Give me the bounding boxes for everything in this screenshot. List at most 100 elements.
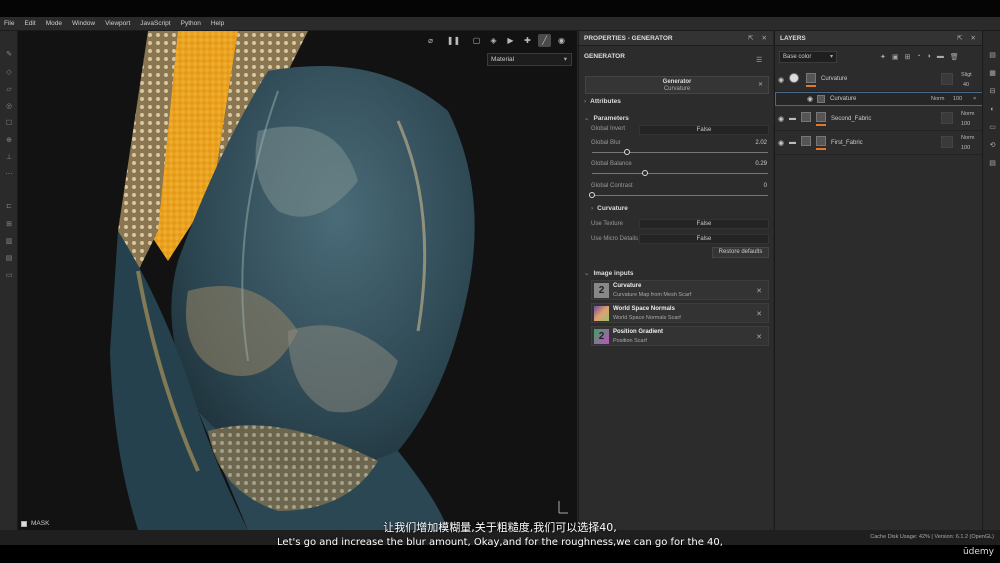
menu-icon[interactable]: ☰	[756, 56, 764, 64]
global-invert-field[interactable]: False	[639, 125, 769, 135]
section-attributes[interactable]: › Attributes	[584, 98, 621, 105]
global-contrast-slider[interactable]	[589, 192, 768, 198]
menu-mode[interactable]: Mode	[46, 20, 62, 27]
image-input-curvature[interactable]: 2 Curvature Curvature Map from Mesh Scar…	[591, 280, 769, 300]
eye-icon[interactable]: ◉	[778, 139, 784, 147]
global-blur-value[interactable]: 2.02	[755, 140, 767, 146]
folder-icon[interactable]: ▬	[937, 53, 944, 61]
section-image-inputs[interactable]: ⌄ Image inputs	[584, 269, 634, 277]
projection-icon[interactable]: ▱	[4, 86, 14, 94]
frame-icon[interactable]: ▢	[470, 34, 483, 47]
pin-icon[interactable]: ✚	[521, 34, 534, 47]
generator-selector[interactable]: Generator Curvature ✕	[585, 76, 769, 94]
eye-icon[interactable]: ◉	[778, 115, 784, 123]
bake-icon[interactable]: ⊏	[4, 203, 14, 211]
layer-row[interactable]: ◉ ▬ Second_Fabric Norm 100	[775, 107, 983, 131]
layer-name[interactable]: Curvature	[821, 76, 847, 82]
input-thumbnail	[594, 306, 609, 321]
paint-bucket-icon[interactable]: ◔	[916, 53, 920, 61]
layer-name[interactable]: Second_Fabric	[831, 116, 871, 122]
menu-javascript[interactable]: JavaScript	[140, 20, 170, 27]
eye-icon[interactable]: ◉	[807, 95, 813, 103]
log-icon[interactable]: ▤	[988, 159, 997, 168]
layer-row-selected[interactable]: ◉ Curvature Norm 100 ×	[775, 92, 983, 106]
global-balance-slider[interactable]	[592, 170, 768, 176]
layer-row[interactable]: ◉ ▬ First_Fabric Norm 100	[775, 131, 983, 155]
paint-mode-icon[interactable]: ╱	[538, 33, 551, 47]
doc-icon[interactable]: ▤	[4, 255, 14, 263]
remove-input-icon[interactable]: ✕	[756, 287, 762, 295]
image-input-normals[interactable]: World Space Normals World Space Normals …	[591, 303, 769, 323]
smudge-icon[interactable]: ☐	[4, 120, 14, 128]
section-curvature[interactable]: › Curvature	[591, 205, 628, 212]
texture-set-icon[interactable]: ▦	[988, 69, 997, 78]
effect-icon[interactable]: ✦	[880, 53, 886, 61]
layer-opacity[interactable]: 100	[961, 121, 970, 127]
geometry-fill-icon[interactable]: ◎	[4, 103, 14, 111]
menu-viewport[interactable]: Viewport	[105, 20, 130, 27]
blend-mode[interactable]: Sligt	[961, 72, 972, 78]
layer-slot	[941, 136, 953, 148]
use-texture-field[interactable]: False	[639, 219, 769, 229]
blend-mode[interactable]: Norm	[961, 111, 974, 117]
section-parameters[interactable]: ⌄ Parameters	[584, 114, 629, 122]
slider-knob[interactable]	[589, 192, 595, 198]
layer-add-icon[interactable]: ⊞	[4, 221, 14, 229]
use-micro-details-field[interactable]: False	[639, 234, 769, 244]
layer-opacity[interactable]: 40	[963, 82, 969, 88]
remove-input-icon[interactable]: ✕	[756, 310, 762, 318]
global-contrast-value[interactable]: 0	[764, 183, 767, 189]
clone-icon[interactable]: ⊕	[4, 137, 14, 145]
blend-mode[interactable]: Norm	[961, 135, 974, 141]
close-panel-icon[interactable]: ✕	[762, 34, 767, 42]
picker-icon[interactable]: ⊥	[4, 154, 14, 162]
camera-icon[interactable]: ◉	[555, 34, 568, 47]
material-select[interactable]: Material	[487, 53, 572, 66]
slider-knob[interactable]	[624, 149, 631, 155]
layer-opacity[interactable]: 100	[953, 96, 962, 102]
blend-mode[interactable]: Norm	[931, 96, 944, 102]
camera-off-icon[interactable]: ⌀	[424, 34, 437, 47]
viewer-settings-icon[interactable]: ▭	[988, 123, 997, 132]
image-input-position[interactable]: 2 Position Gradient Position Scarf ✕	[591, 326, 769, 346]
display-settings-icon[interactable]: ◐	[988, 105, 997, 114]
video-icon[interactable]: ▶	[504, 34, 517, 47]
close-panel-icon[interactable]: ✕	[971, 34, 976, 42]
mask-icon[interactable]: ◑	[927, 53, 931, 61]
layer-opacity[interactable]: 100	[961, 145, 970, 151]
trash-icon[interactable]: 🗑	[950, 53, 959, 61]
close-icon[interactable]: ×	[973, 96, 976, 102]
cube-icon[interactable]: ◈	[487, 34, 500, 47]
slider-knob[interactable]	[641, 170, 648, 176]
restore-defaults-button[interactable]: Restore defaults	[712, 247, 769, 258]
menu-edit[interactable]: Edit	[24, 20, 35, 27]
menu-python[interactable]: Python	[181, 20, 201, 27]
global-balance-value[interactable]: 0.29	[755, 161, 767, 167]
menu-help[interactable]: Help	[211, 20, 224, 27]
remove-input-icon[interactable]: ✕	[756, 333, 762, 341]
layer-name[interactable]: Curvature	[830, 96, 856, 102]
layers-dock-icon[interactable]: ▤	[988, 51, 997, 60]
clear-generator-icon[interactable]: ✕	[758, 82, 763, 89]
polygon-fill-icon[interactable]: ⋯	[4, 171, 14, 179]
add-fill-icon[interactable]: ▣	[892, 53, 899, 61]
menu-file[interactable]: File	[4, 20, 14, 27]
layer-name[interactable]: First_Fabric	[831, 140, 863, 146]
history-icon[interactable]: ⟲	[988, 141, 997, 150]
3d-viewport[interactable]	[18, 31, 577, 530]
global-blur-slider[interactable]	[592, 149, 768, 155]
tool-icon[interactable]: ▥	[4, 238, 14, 246]
channel-select[interactable]: Base color	[779, 51, 837, 63]
add-layer-icon[interactable]: ⊞	[905, 53, 911, 61]
undock-icon[interactable]: ⇱	[748, 34, 753, 42]
eraser-icon[interactable]: ◇	[4, 69, 14, 77]
layer-row[interactable]: ◉ Curvature Sligt 40	[775, 68, 983, 92]
undock-icon[interactable]: ⇱	[957, 34, 962, 42]
menu-window[interactable]: Window	[72, 20, 95, 27]
pause-icon[interactable]: ❚❚	[447, 34, 460, 47]
box-icon[interactable]: ▭	[4, 272, 14, 280]
eye-icon[interactable]: ◉	[778, 76, 784, 84]
scarf-render	[110, 31, 568, 530]
shelf-icon[interactable]: ⊟	[988, 87, 997, 96]
brush-icon[interactable]: ✎	[4, 51, 14, 59]
